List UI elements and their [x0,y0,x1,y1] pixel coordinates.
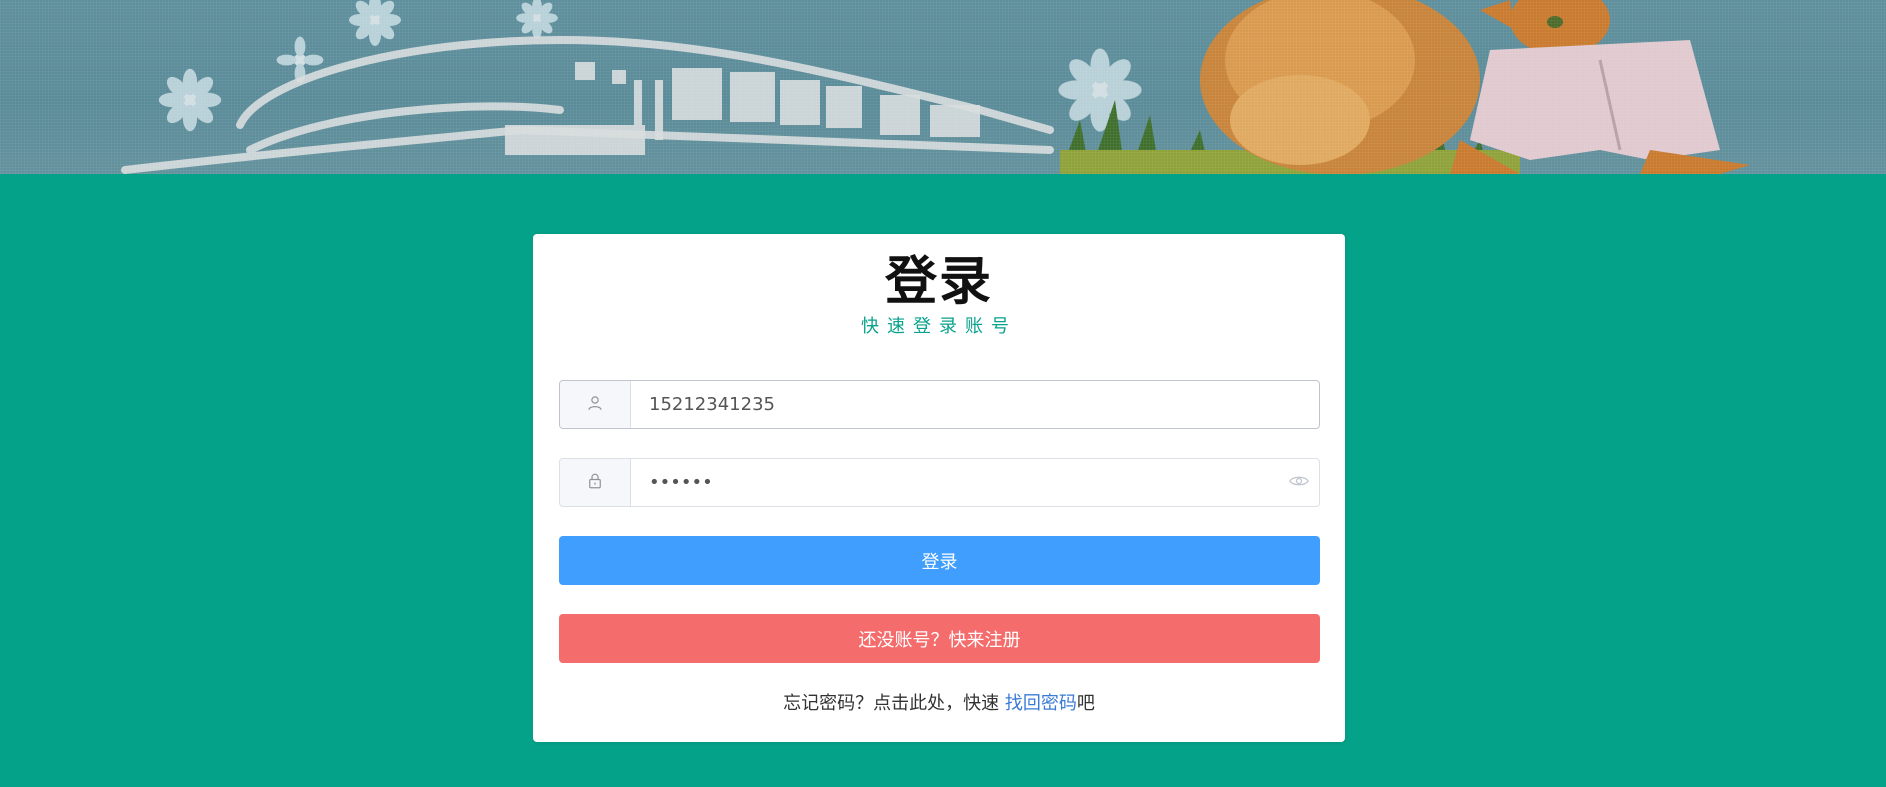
banner-illustration [121,0,1750,174]
password-visibility-toggle[interactable] [1279,459,1319,506]
register-button[interactable]: 还没账号？快来注册 [559,614,1320,663]
page-title: 登录 [884,252,993,312]
eye-icon[interactable] [1289,473,1309,492]
lock-icon [586,472,604,494]
forgot-suffix: 吧 [1076,693,1095,714]
login-button[interactable]: 登录 [559,536,1320,585]
recover-password-link[interactable]: 找回密码 [1005,693,1077,714]
username-prepend [560,381,631,428]
header-banner [0,0,1886,174]
login-card: 登录 快速登录账号 15212341235 •••••• 登录 还没账号？快来注… [533,234,1345,742]
password-field [559,458,1320,507]
user-icon [586,394,604,416]
forgot-prefix: 忘记密码？点击此处，快速 [783,693,1005,714]
username-field [559,380,1320,429]
password-input[interactable] [631,459,1279,506]
username-input[interactable] [631,381,1319,428]
page-subtitle: 快速登录账号 [861,316,1017,337]
password-prepend [560,459,631,506]
forgot-password-text: 忘记密码？点击此处，快速 找回密码吧 [533,692,1345,716]
